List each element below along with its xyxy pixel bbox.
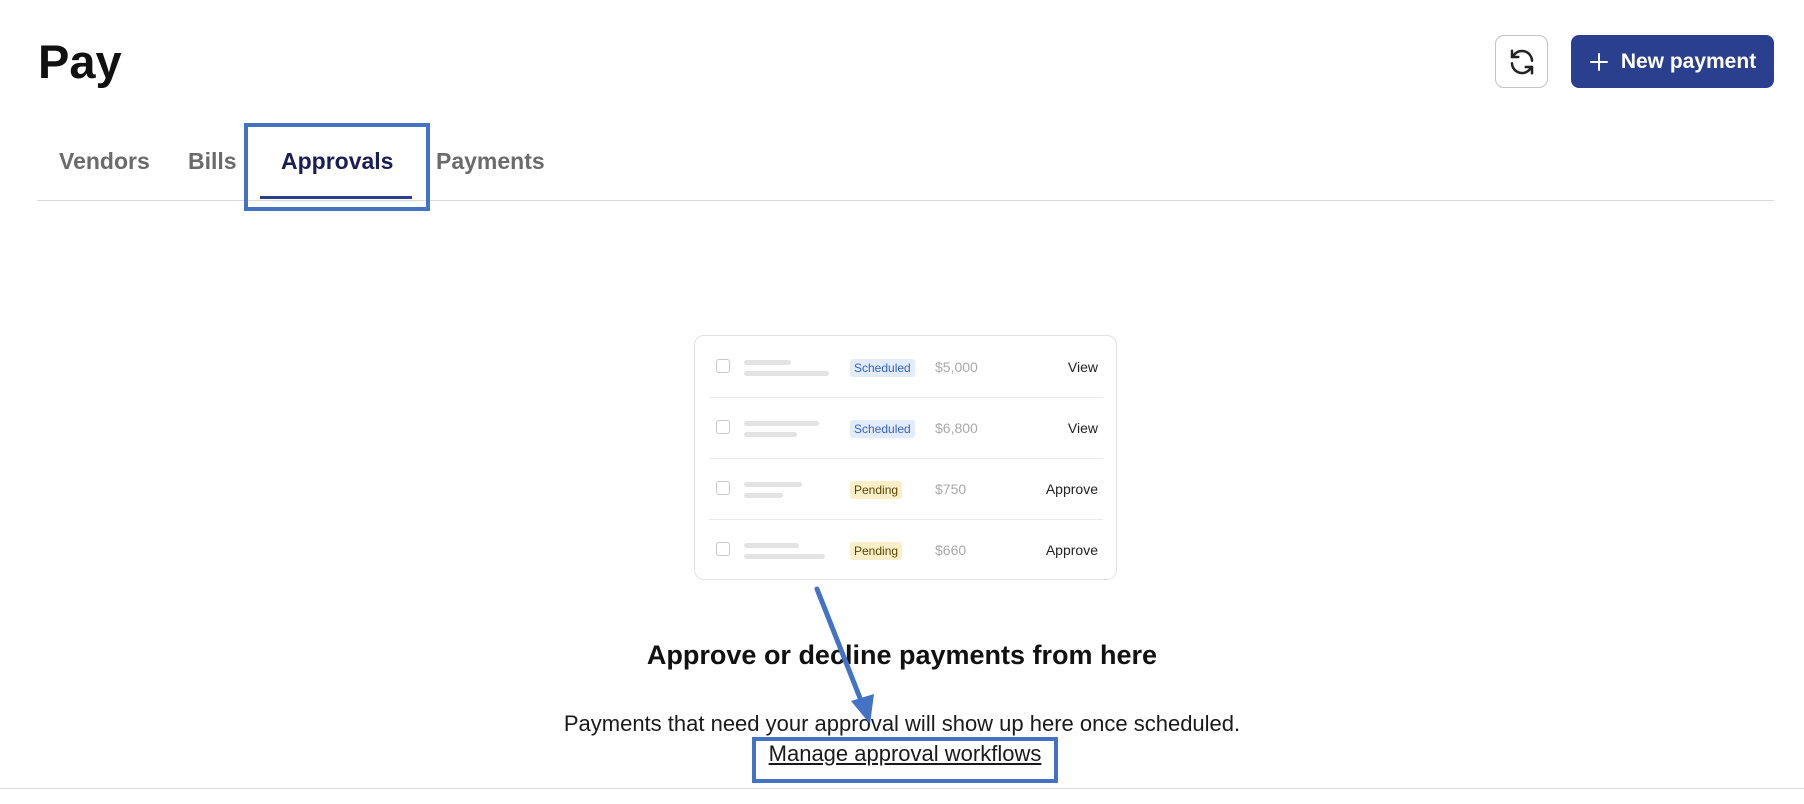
placeholder-line: [744, 371, 829, 376]
status-badge: Pending: [850, 542, 903, 560]
plus-icon: [1589, 52, 1608, 71]
manage-approval-workflows-link[interactable]: Manage approval workflows: [752, 741, 1058, 767]
empty-state-description: Payments that need your approval will sh…: [563, 711, 1241, 736]
tab-payments[interactable]: Payments: [436, 148, 545, 175]
status-badge: Scheduled: [850, 420, 915, 438]
approvals-illustration: Scheduled $5,000 View Scheduled $6,800 V…: [694, 335, 1117, 580]
illustration-row: Pending $750 Approve: [709, 458, 1103, 519]
empty-state-title: Approve or decline payments from here: [646, 640, 1158, 670]
placeholder-line: [744, 360, 791, 365]
placeholder-line: [744, 421, 819, 426]
row-action: View: [1067, 359, 1098, 375]
tab-approvals[interactable]: Approvals: [281, 148, 393, 175]
new-payment-button[interactable]: New payment: [1571, 35, 1774, 88]
status-badge: Pending: [850, 481, 903, 499]
bottom-divider: [0, 788, 1804, 789]
page-title: Pay: [38, 35, 122, 88]
refresh-button[interactable]: [1495, 35, 1548, 88]
illustration-row: Scheduled $6,800 View: [709, 397, 1103, 458]
checkbox-icon: [716, 420, 730, 434]
placeholder-line: [744, 493, 783, 498]
illustration-row: Scheduled $5,000 View: [709, 336, 1103, 397]
amount: $6,800: [935, 420, 978, 436]
placeholder-line: [744, 554, 825, 559]
status-badge: Scheduled: [850, 359, 915, 377]
tab-vendors[interactable]: Vendors: [59, 148, 150, 175]
amount: $660: [935, 542, 967, 558]
amount: $750: [935, 481, 967, 497]
placeholder-line: [744, 482, 802, 487]
amount: $5,000: [935, 359, 978, 375]
row-action: Approve: [1045, 481, 1098, 497]
row-action: View: [1067, 420, 1098, 436]
tab-bills[interactable]: Bills: [188, 148, 237, 175]
active-tab-indicator: [260, 196, 412, 199]
checkbox-icon: [716, 359, 730, 373]
new-payment-label: New payment: [1620, 49, 1757, 73]
placeholder-line: [744, 543, 799, 548]
checkbox-icon: [716, 481, 730, 495]
checkbox-icon: [716, 542, 730, 556]
refresh-icon: [1510, 49, 1533, 74]
placeholder-line: [744, 432, 797, 437]
tab-bar: Vendors Bills Approvals Payments: [37, 130, 1774, 201]
illustration-row: Pending $660 Approve: [709, 519, 1103, 580]
row-action: Approve: [1045, 542, 1098, 558]
